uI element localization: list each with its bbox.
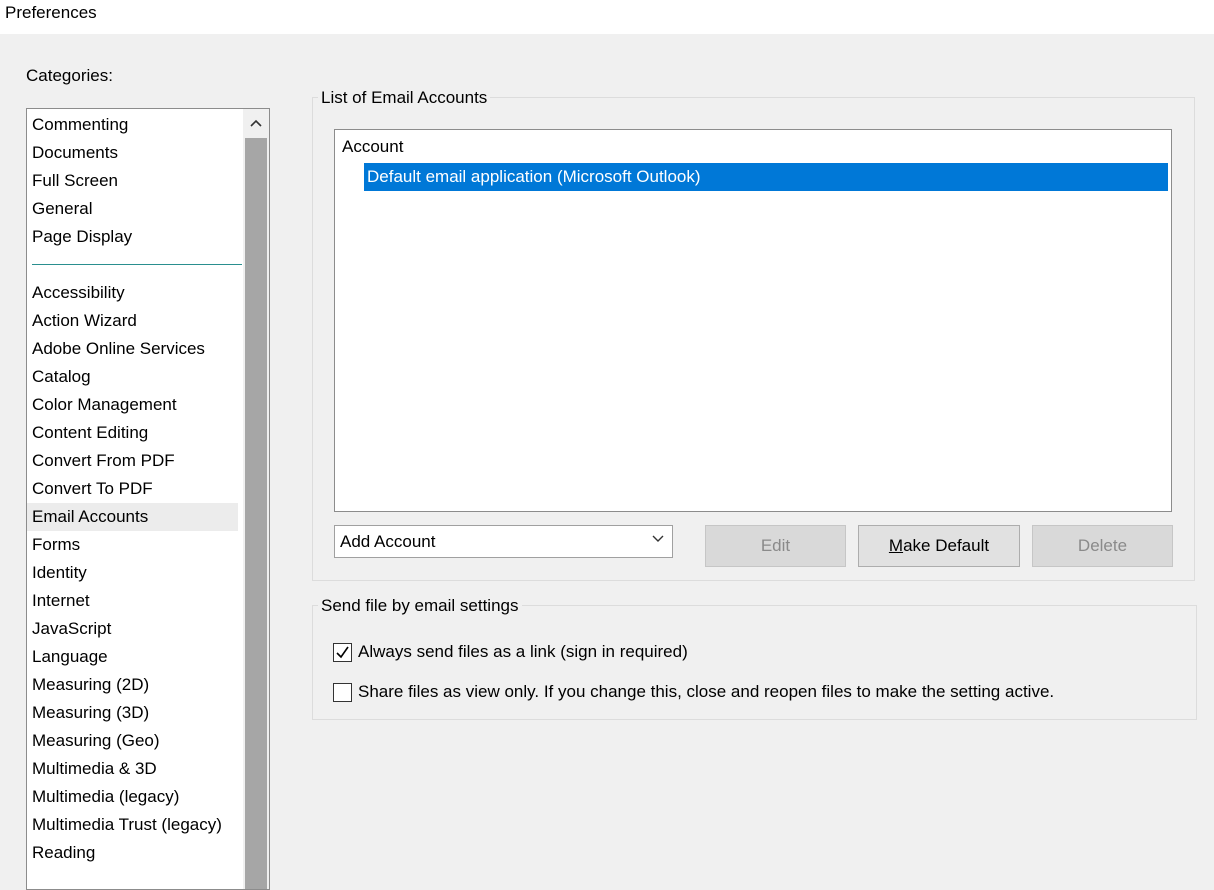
make-default-label: ake Default bbox=[903, 536, 990, 555]
view-only-checkbox[interactable] bbox=[333, 682, 352, 702]
always-send-link-option[interactable]: Always send files as a link (sign in req… bbox=[333, 642, 688, 662]
category-item-convert-from-pdf[interactable]: Convert From PDF bbox=[27, 447, 238, 475]
window-title: Preferences bbox=[5, 3, 97, 22]
category-item-javascript[interactable]: JavaScript bbox=[27, 615, 238, 643]
category-item-language[interactable]: Language bbox=[27, 643, 238, 671]
make-default-button[interactable]: Make Default bbox=[858, 525, 1020, 567]
account-column-header[interactable]: Account bbox=[342, 137, 403, 157]
send-settings-group-title: Send file by email settings bbox=[318, 596, 522, 616]
category-item-general[interactable]: General bbox=[27, 195, 238, 223]
category-item-measuring-2d[interactable]: Measuring (2D) bbox=[27, 671, 238, 699]
category-item-measuring-3d[interactable]: Measuring (3D) bbox=[27, 699, 238, 727]
always-send-link-label: Always send files as a link (sign in req… bbox=[358, 642, 688, 661]
categories-label: Categories: bbox=[26, 66, 113, 85]
category-item-full-screen[interactable]: Full Screen bbox=[27, 167, 238, 195]
category-item-adobe-online-services[interactable]: Adobe Online Services bbox=[27, 335, 238, 363]
category-item-measuring-geo[interactable]: Measuring (Geo) bbox=[27, 727, 238, 755]
category-item-accessibility[interactable]: Accessibility bbox=[27, 279, 238, 307]
categories-list[interactable]: Commenting Documents Full Screen General… bbox=[26, 108, 270, 890]
chevron-up-icon bbox=[250, 119, 262, 127]
category-item-multimedia-3d[interactable]: Multimedia & 3D bbox=[27, 755, 238, 783]
title-bar: Preferences bbox=[0, 0, 1214, 34]
categories-scrollbar[interactable] bbox=[243, 109, 269, 889]
scroll-up-button[interactable] bbox=[243, 109, 269, 137]
email-accounts-group-title: List of Email Accounts bbox=[318, 88, 491, 108]
category-item-email-accounts[interactable]: Email Accounts bbox=[27, 503, 238, 531]
category-item-identity[interactable]: Identity bbox=[27, 559, 238, 587]
category-item-catalog[interactable]: Catalog bbox=[27, 363, 238, 391]
send-settings-group bbox=[312, 605, 1197, 720]
category-item-commenting[interactable]: Commenting bbox=[27, 111, 238, 139]
account-row-default[interactable]: Default email application (Microsoft Out… bbox=[364, 163, 1168, 191]
category-item-forms[interactable]: Forms bbox=[27, 531, 238, 559]
add-account-dropdown[interactable]: Add Account bbox=[334, 525, 673, 558]
chevron-down-icon bbox=[652, 535, 664, 542]
view-only-label: Share files as view only. If you change … bbox=[358, 682, 1055, 701]
always-send-link-checkbox[interactable] bbox=[333, 642, 352, 662]
category-item-documents[interactable]: Documents bbox=[27, 139, 238, 167]
category-item-page-display[interactable]: Page Display bbox=[27, 223, 238, 251]
view-only-option[interactable]: Share files as view only. If you change … bbox=[333, 682, 1054, 702]
category-item-internet[interactable]: Internet bbox=[27, 587, 238, 615]
add-account-value: Add Account bbox=[340, 532, 436, 551]
category-item-action-wizard[interactable]: Action Wizard bbox=[27, 307, 238, 335]
category-item-multimedia-legacy[interactable]: Multimedia (legacy) bbox=[27, 783, 238, 811]
make-default-mnemonic: M bbox=[888, 536, 904, 555]
category-separator bbox=[27, 251, 242, 279]
category-item-color-management[interactable]: Color Management bbox=[27, 391, 238, 419]
category-item-multimedia-trust-legacy[interactable]: Multimedia Trust (legacy) bbox=[27, 811, 238, 839]
account-list[interactable]: Account Default email application (Micro… bbox=[334, 129, 1172, 512]
checkmark-icon bbox=[336, 646, 349, 658]
scroll-thumb[interactable] bbox=[245, 138, 267, 889]
category-item-convert-to-pdf[interactable]: Convert To PDF bbox=[27, 475, 238, 503]
delete-button[interactable]: Delete bbox=[1032, 525, 1173, 567]
edit-button[interactable]: Edit bbox=[705, 525, 846, 567]
category-item-content-editing[interactable]: Content Editing bbox=[27, 419, 238, 447]
category-item-reading[interactable]: Reading bbox=[27, 839, 238, 867]
